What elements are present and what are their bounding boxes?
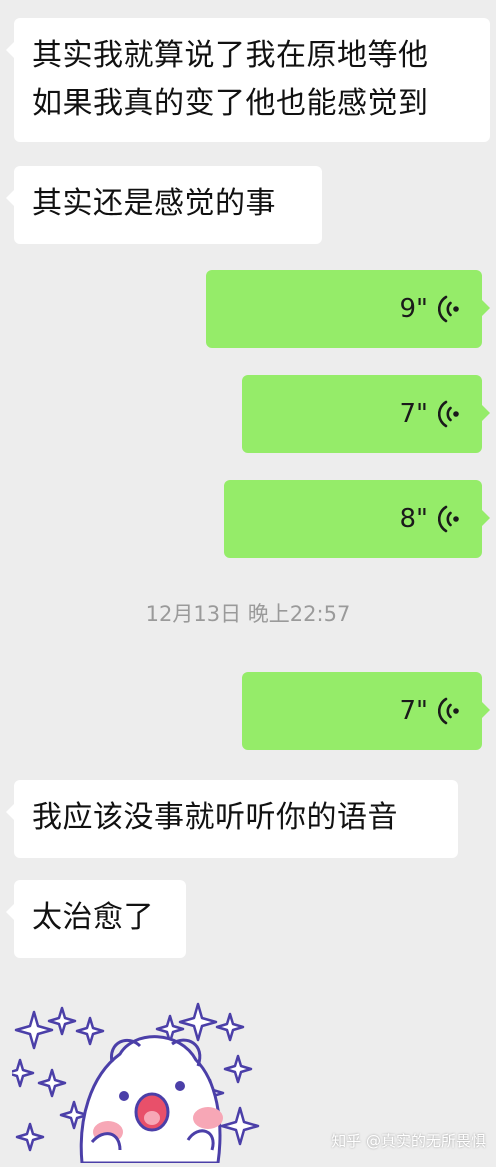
timestamp: 12月13日 晚上22:57 (145, 602, 351, 626)
message-bubble-incoming[interactable]: 太治愈了 (6, 880, 186, 958)
voice-message-bubble[interactable]: 7" (242, 672, 490, 750)
voice-wave-icon (438, 295, 459, 323)
message-text: 如果我真的变了他也能感觉到 (32, 86, 429, 121)
message-bubble-incoming[interactable]: 我应该没事就听听你的语音 (6, 780, 458, 858)
sticker-message[interactable] (5, 1000, 262, 1167)
voice-duration: 9" (399, 294, 428, 324)
voice-message-bubble[interactable]: 9" (206, 270, 490, 348)
cartoon-sticker (5, 1002, 260, 1165)
voice-duration: 7" (399, 696, 428, 726)
voice-wave-icon (438, 505, 459, 533)
voice-wave-icon (438, 400, 459, 428)
message-text: 太治愈了 (32, 900, 154, 935)
message-text: 其实我就算说了我在原地等他 (32, 38, 429, 73)
message-bubble-incoming[interactable]: 其实还是感觉的事 (6, 166, 322, 244)
voice-duration: 8" (399, 504, 428, 534)
message-bubble-incoming[interactable]: 其实我就算说了我在原地等他 如果我真的变了他也能感觉到 (6, 18, 490, 142)
voice-message-bubble[interactable]: 7" (242, 375, 490, 453)
message-text: 我应该没事就听听你的语音 (32, 800, 398, 835)
voice-wave-icon (438, 697, 459, 725)
voice-message-bubble[interactable]: 8" (224, 480, 490, 558)
voice-duration: 7" (399, 399, 428, 429)
message-text: 其实还是感觉的事 (32, 186, 276, 221)
watermark: 知乎 @真实的无所畏惧 (331, 1132, 486, 1150)
